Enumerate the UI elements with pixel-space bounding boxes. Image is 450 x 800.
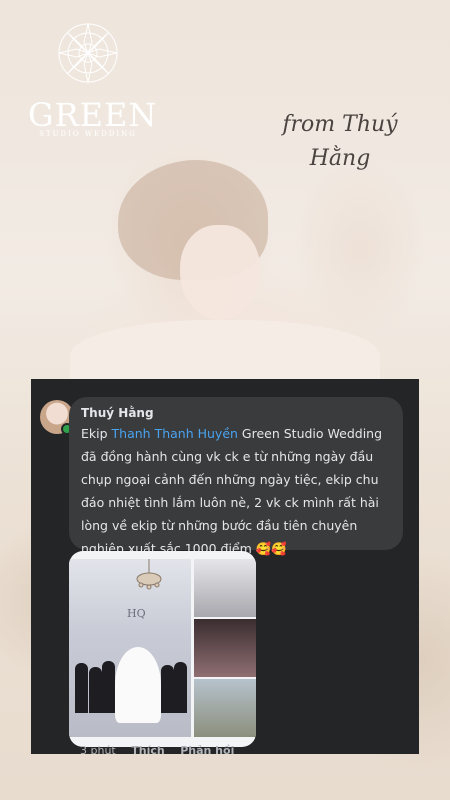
comment-bubble: Thuý Hằng Ekip Thanh Thanh Huyền Green S… bbox=[69, 397, 403, 556]
facebook-comment-screenshot: Thuý Hằng Ekip Thanh Thanh Huyền Green S… bbox=[31, 379, 419, 754]
photo-thumb-2[interactable] bbox=[194, 619, 256, 677]
bride-face bbox=[180, 225, 260, 320]
comment-author[interactable]: Thuý Hằng bbox=[81, 405, 391, 421]
mention-link[interactable]: Thanh Thanh Huyền bbox=[112, 426, 238, 441]
comment-prefix: Ekip bbox=[81, 426, 112, 441]
signature-line-1: from Thuý bbox=[282, 112, 398, 137]
comment-actions: 3 phút Thích Phản hồi bbox=[80, 744, 246, 754]
comment-text: Ekip Thanh Thanh Huyền Green Studio Wedd… bbox=[81, 422, 391, 560]
like-button[interactable]: Thích bbox=[131, 744, 164, 754]
wedding-group-photo[interactable]: HQ bbox=[69, 559, 191, 737]
comment-body: Green Studio Wedding đã đồng hành cùng v… bbox=[81, 426, 383, 556]
wedding-party bbox=[75, 647, 187, 723]
photo-thumb-3[interactable] bbox=[194, 679, 256, 737]
signature: from Thuý Hằng bbox=[280, 108, 400, 176]
brand-subtitle: STUDIO WEDDING bbox=[39, 130, 137, 138]
mandala-icon bbox=[58, 23, 118, 83]
brand-logo: GREEN STUDIO WEDDING bbox=[28, 22, 158, 138]
signature-line-2: Hằng bbox=[309, 146, 371, 171]
brand-name: GREEN bbox=[28, 96, 158, 134]
photo-monogram: HQ bbox=[127, 607, 146, 619]
comment-photo-collage[interactable]: HQ bbox=[69, 551, 256, 747]
chandelier-icon: HQ bbox=[127, 559, 162, 619]
comment-timestamp: 3 phút bbox=[80, 744, 116, 754]
reply-button[interactable]: Phản hồi bbox=[180, 744, 234, 754]
photo-thumb-1[interactable] bbox=[194, 559, 256, 617]
